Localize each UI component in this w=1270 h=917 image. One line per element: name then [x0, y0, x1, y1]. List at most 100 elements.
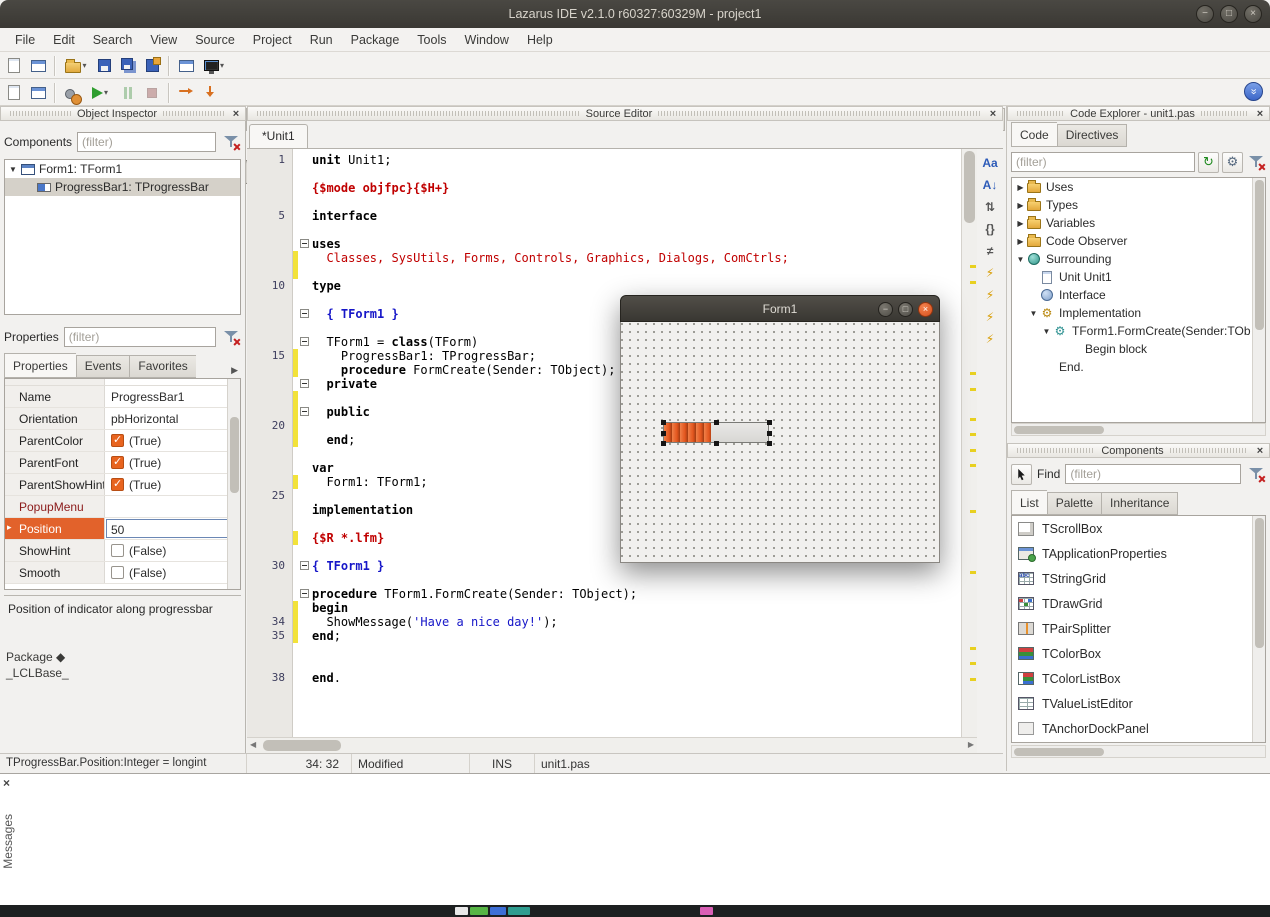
scrollbar-thumb[interactable] [263, 740, 341, 751]
code-line-32[interactable]: procedure TForm1.FormCreate(Sender: TObj… [247, 587, 961, 601]
save-as-button[interactable] [140, 54, 164, 78]
code-explorer-filter-input[interactable] [1011, 152, 1195, 172]
menu-file[interactable]: File [6, 28, 44, 52]
components-filter-input[interactable] [1065, 464, 1241, 484]
jump-interface-icon[interactable]: ⚡ [979, 285, 1001, 305]
code-explorer-header[interactable]: Code Explorer - unit1.pas × [1007, 106, 1270, 121]
property-value[interactable]: 50 [105, 518, 240, 539]
code-explorer-vscrollbar[interactable] [1252, 178, 1265, 422]
fold-toggle-icon[interactable] [300, 561, 309, 570]
menu-window[interactable]: Window [455, 28, 517, 52]
scroll-left-icon[interactable]: ◀ [250, 740, 256, 749]
tab-unit1[interactable]: *Unit1 [249, 124, 308, 148]
component-tree[interactable]: ▼Form1: TForm1ProgressBar1: TProgressBar [4, 159, 241, 315]
maximize-icon[interactable]: □ [1220, 5, 1238, 23]
close-icon[interactable]: × [230, 108, 242, 120]
menu-package[interactable]: Package [342, 28, 409, 52]
taskbar-item[interactable] [700, 907, 713, 915]
property-name[interactable]: ▸Position [5, 518, 105, 539]
component-item-tanchordockpanel[interactable]: TAnchorDockPanel [1012, 716, 1265, 741]
filter-clear-icon[interactable] [1246, 464, 1266, 484]
sort-lines-icon[interactable]: A↓ [979, 175, 1001, 195]
taskbar-item[interactable] [490, 907, 506, 915]
form-titlebar[interactable]: Form1 − □ × [620, 295, 940, 322]
code-line-9[interactable] [247, 265, 961, 279]
code-explorer-hscrollbar[interactable] [1011, 423, 1266, 436]
tab-scroll-right-icon[interactable]: ▶ [228, 363, 241, 378]
filter-clear-icon[interactable] [221, 327, 241, 347]
maximize-icon[interactable]: □ [898, 302, 913, 317]
fold-toggle-icon[interactable] [300, 407, 309, 416]
view-units-button[interactable] [2, 81, 26, 105]
property-row-position[interactable]: ▸Position50 [5, 518, 240, 540]
fold-toggle-icon[interactable] [300, 309, 309, 318]
compile-button[interactable] [60, 81, 84, 105]
menu-help[interactable]: Help [518, 28, 562, 52]
property-row-smooth[interactable]: ▸Smooth(False) [5, 562, 240, 584]
selection-handle[interactable] [767, 431, 772, 436]
taskbar-item[interactable] [455, 907, 468, 915]
components-vscrollbar[interactable] [1252, 516, 1265, 742]
pause-button[interactable] [116, 81, 140, 105]
components-hscrollbar[interactable] [1011, 745, 1266, 758]
scrollbar-thumb[interactable] [1014, 748, 1104, 756]
property-row-parentfont[interactable]: ▸ParentFont(True) [5, 452, 240, 474]
tab-palette[interactable]: Palette [1047, 492, 1101, 515]
filter-clear-icon[interactable] [221, 132, 241, 152]
object-inspector-header[interactable]: Object Inspector × [0, 106, 246, 121]
editor-vertical-scrollbar[interactable] [961, 149, 977, 737]
property-name[interactable]: ▸ParentShowHint [5, 474, 105, 495]
property-name[interactable]: ▸ParentFont [5, 452, 105, 473]
property-row-popupmenu[interactable]: ▸PopupMenu [5, 496, 240, 518]
property-value-editor[interactable]: 50 [106, 519, 239, 538]
code-line-33[interactable]: begin [247, 601, 961, 615]
code-line-4[interactable] [247, 195, 961, 209]
explorer-item-types[interactable]: ▶Types [1012, 196, 1265, 214]
close-icon[interactable]: × [1254, 445, 1266, 457]
close-icon[interactable]: × [918, 302, 933, 317]
toggle-form-unit-button[interactable] [26, 81, 50, 105]
scrollbar-thumb[interactable] [1255, 518, 1264, 648]
scrollbar-thumb[interactable] [964, 151, 975, 223]
titlebar[interactable]: Lazarus IDE v2.1.0 r60327:60329M - proje… [0, 0, 1270, 28]
scrollbar-thumb[interactable] [230, 417, 239, 493]
jump-procedure-icon[interactable]: ⚡ [979, 307, 1001, 327]
new-form-button[interactable] [26, 54, 50, 78]
collapse-icon[interactable]: ▼ [1041, 327, 1052, 336]
property-name[interactable]: ▸ShowHint [5, 540, 105, 561]
component-item-tscrollbox[interactable]: TScrollBox [1012, 516, 1265, 541]
new-window-button[interactable] [174, 54, 198, 78]
change-build-mode-button[interactable]: ▾ [198, 54, 230, 78]
component-item-tdrawgrid[interactable]: TDrawGrid [1012, 591, 1265, 616]
step-into-button[interactable] [198, 81, 222, 105]
expand-icon[interactable]: ▶ [1015, 183, 1026, 192]
progressbar-control[interactable] [663, 422, 769, 443]
selection-handle[interactable] [661, 441, 666, 446]
property-name[interactable]: ▸PopupMenu [5, 496, 105, 517]
menu-run[interactable]: Run [301, 28, 342, 52]
explorer-item-end[interactable]: End. [1012, 358, 1265, 376]
stop-button[interactable] [140, 81, 164, 105]
refresh-icon[interactable]: ↻ [1198, 152, 1219, 173]
code-line-35[interactable]: 35end; [247, 629, 961, 643]
explorer-item-begin-block[interactable]: Begin block [1012, 340, 1265, 358]
property-value[interactable]: ProgressBar1 [105, 386, 240, 407]
explorer-item-code-observer[interactable]: ▶Code Observer [1012, 232, 1265, 250]
explorer-item-variables[interactable]: ▶Variables [1012, 214, 1265, 232]
menu-view[interactable]: View [141, 28, 186, 52]
open-button[interactable]: ▾ [60, 54, 92, 78]
property-value[interactable]: (False) [105, 540, 240, 561]
explorer-item-uses[interactable]: ▶Uses [1012, 178, 1265, 196]
code-line-8[interactable]: Classes, SysUtils, Forms, Controls, Grap… [247, 251, 961, 265]
options-gear-icon[interactable]: ⚙ [1222, 152, 1243, 173]
property-name[interactable]: ▸Name [5, 386, 105, 407]
property-name[interactable]: ▸Smooth [5, 562, 105, 583]
property-value[interactable] [105, 496, 240, 517]
code-line-7[interactable]: uses [247, 237, 961, 251]
scroll-right-icon[interactable]: ▶ [968, 740, 974, 749]
tree-item-form1-tform1[interactable]: ▼Form1: TForm1 [5, 160, 240, 178]
jump-implementation-icon[interactable]: ⚡ [979, 263, 1001, 283]
save-button[interactable] [92, 54, 116, 78]
property-row-showhint[interactable]: ▸ShowHint(False) [5, 540, 240, 562]
menu-project[interactable]: Project [244, 28, 301, 52]
